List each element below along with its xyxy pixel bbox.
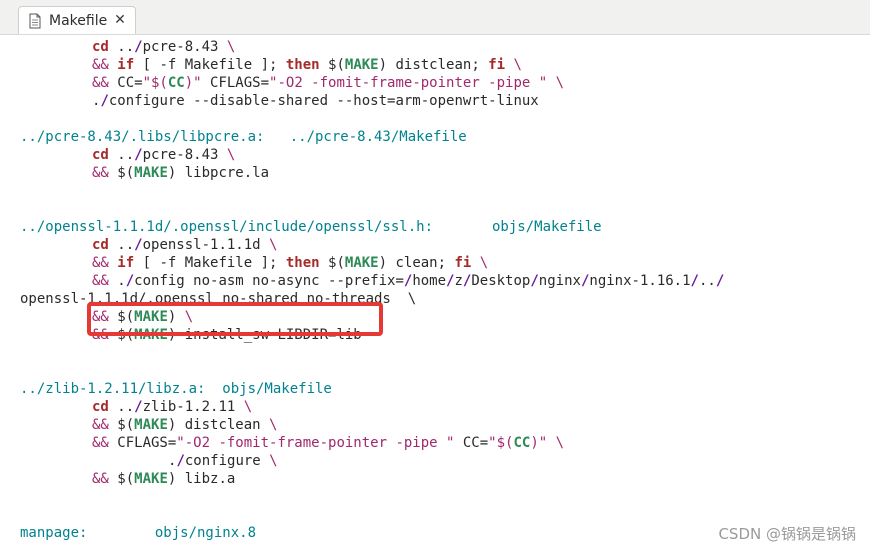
watermark: CSDN @锅锅是锅锅 [718, 525, 856, 543]
code-line: && $(MAKE) install_sw LIBDIR=lib [92, 327, 362, 343]
code-line-wrapped: openssl-1.1.1d/.openssl no-shared no-thr… [20, 291, 417, 307]
code-line: && CFLAGS="-O2 -fomit-frame-pointer -pip… [92, 435, 565, 451]
code-line: ./configure \ [168, 453, 278, 469]
document-icon [29, 13, 41, 28]
code-line: cd ../openssl-1.1.1d \ [92, 237, 278, 253]
code-line: && $(MAKE) \ [92, 309, 194, 325]
makefile-target: ../openssl-1.1.1d/.openssl/include/opens… [20, 219, 602, 235]
code-line: && $(MAKE) libz.a [92, 471, 236, 487]
code-line: && if [ -f Makefile ]; then $(MAKE) dist… [92, 57, 522, 73]
tab-title: Makefile [49, 12, 108, 29]
code-line: cd ../pcre-8.43 \ [92, 147, 236, 163]
code-line: cd ../zlib-1.2.11 \ [92, 399, 253, 415]
tab-bar: Makefile ✕ [0, 0, 870, 35]
code-line: && $(MAKE) libpcre.la [92, 165, 270, 181]
tab-makefile[interactable]: Makefile ✕ [18, 6, 136, 34]
editor-text-area[interactable]: cd ../pcre-8.43 \ && if [ -f Makefile ];… [0, 34, 870, 554]
code-line: && if [ -f Makefile ]; then $(MAKE) clea… [92, 255, 489, 271]
code-line: && CC="$(CC)" CFLAGS="-O2 -fomit-frame-p… [92, 75, 565, 91]
makefile-target: ../pcre-8.43/.libs/libpcre.a: ../pcre-8.… [20, 129, 467, 145]
makefile-target: manpage: objs/nginx.8 [20, 525, 257, 541]
code-line: && $(MAKE) distclean \ [92, 417, 278, 433]
close-icon[interactable]: ✕ [111, 11, 129, 29]
code-line: ./configure --disable-shared --host=arm-… [92, 93, 539, 109]
code-line-highlighted: && ./config no-asm no-async --prefix=/ho… [92, 273, 725, 289]
code-line: cd ../pcre-8.43 \ [92, 39, 236, 55]
makefile-target: ../zlib-1.2.11/libz.a: objs/Makefile [20, 381, 332, 397]
